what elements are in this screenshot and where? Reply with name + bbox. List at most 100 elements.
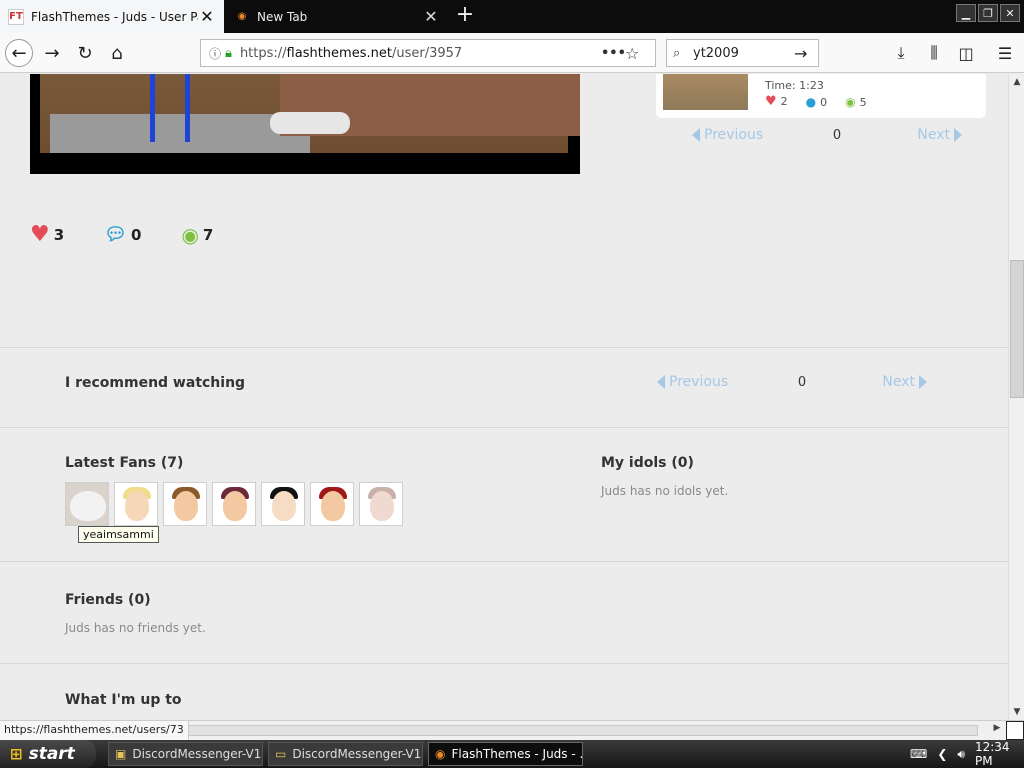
search-icon: ⌕ bbox=[673, 45, 681, 61]
chevron-left-icon bbox=[692, 128, 700, 142]
back-arrow-icon[interactable]: ← bbox=[5, 39, 33, 67]
previous-link[interactable]: Previous bbox=[657, 374, 787, 390]
volume-icon[interactable]: 🔊︎ bbox=[957, 747, 965, 762]
taskbar-item[interactable]: ◉ FlashThemes - Juds - ... bbox=[428, 742, 583, 766]
close-window-icon[interactable]: ✕ bbox=[1000, 4, 1020, 22]
close-tab-icon[interactable]: ✕ bbox=[198, 7, 216, 26]
divider bbox=[0, 427, 1008, 428]
search-go-arrow-icon[interactable]: → bbox=[794, 44, 812, 63]
forward-arrow-icon[interactable]: → bbox=[38, 39, 66, 67]
url-host: flashthemes.net bbox=[286, 45, 392, 61]
divider bbox=[0, 561, 1008, 562]
video-stats: ♥ 3 💬︎ 0 ◉ 7 bbox=[30, 222, 213, 247]
navigation-toolbar: ← → ↻ ⌂ ⓘ 🔒︎ https://flashthemes.net/use… bbox=[0, 33, 1024, 73]
divider bbox=[0, 347, 1008, 348]
related-video-card[interactable]: Time: 1:23 ♥ 2 ● 0 ◉ 5 bbox=[656, 74, 986, 118]
taskbar-item[interactable]: ▣ DiscordMessenger-V1... bbox=[108, 742, 263, 766]
firefox-icon: ◉ bbox=[237, 11, 247, 22]
url-prefix: https:// bbox=[239, 45, 287, 61]
comment-icon: ● bbox=[805, 94, 817, 109]
video-frame-image bbox=[40, 74, 580, 153]
scroll-right-arrow-icon[interactable]: ▶ bbox=[990, 723, 1004, 737]
hamburger-menu-icon[interactable]: ☰ bbox=[993, 41, 1017, 65]
library-icon[interactable]: ⫼ bbox=[922, 41, 946, 65]
chevron-left-icon bbox=[657, 375, 665, 389]
chevron-right-icon bbox=[954, 128, 962, 142]
search-input[interactable]: ⌕ yt2009 → bbox=[666, 39, 819, 67]
views-count: ◉ 5 bbox=[845, 94, 867, 109]
clock[interactable]: 12:34 PM bbox=[975, 740, 1012, 768]
page-actions-menu-icon[interactable]: ••• bbox=[601, 46, 626, 61]
os-taskbar: ⊞ start ▣ DiscordMessenger-V1... ▭ DiscordM… bbox=[0, 740, 1024, 768]
comment-icon: 💬︎ bbox=[104, 224, 128, 245]
idols-empty-text: Juds has no idols yet. bbox=[601, 484, 729, 498]
page-number: 0 bbox=[797, 374, 807, 390]
site-info-icon[interactable]: ⓘ bbox=[209, 45, 221, 62]
bookmark-star-icon[interactable]: ☆ bbox=[625, 44, 647, 63]
taskbar-item[interactable]: ▭ DiscordMessenger-V1... bbox=[268, 742, 423, 766]
close-tab-icon[interactable]: ✕ bbox=[422, 7, 440, 26]
friends-empty-text: Juds has no friends yet. bbox=[65, 621, 206, 635]
tray-expand-icon[interactable]: ❮ bbox=[937, 747, 947, 761]
video-likes[interactable]: ♥ 3 bbox=[30, 222, 64, 247]
recommend-pager: Previous 0 Next bbox=[657, 374, 927, 390]
scrollbar-corner bbox=[1006, 721, 1024, 740]
fan-avatar[interactable] bbox=[163, 482, 207, 526]
url-path: /user/3957 bbox=[391, 45, 463, 61]
tab-title: FlashThemes - Juds - User Page bbox=[31, 9, 198, 24]
page-content: Time: 1:23 ♥ 2 ● 0 ◉ 5 Previous 0 Next ♥ 3 💬… bbox=[0, 74, 1008, 720]
app-icon: ▣ bbox=[115, 747, 127, 761]
reload-icon[interactable]: ↻ bbox=[71, 39, 99, 67]
browser-tab-strip: FT FlashThemes - Juds - User Page ✕ ◉ Ne… bbox=[0, 0, 1024, 33]
fan-avatar[interactable] bbox=[310, 482, 354, 526]
folder-icon: ▭ bbox=[275, 747, 287, 761]
scrollbar-thumb[interactable] bbox=[1010, 260, 1024, 398]
fan-avatar[interactable] bbox=[114, 482, 158, 526]
status-link-url: https://flashthemes.net/users/73 bbox=[0, 721, 189, 740]
url-text[interactable]: https://flashthemes.net/user/3957 bbox=[240, 46, 601, 61]
video-comments[interactable]: 💬︎ 0 bbox=[104, 224, 141, 245]
fan-avatars bbox=[65, 482, 403, 526]
scroll-up-arrow-icon[interactable]: ▲ bbox=[1009, 74, 1024, 90]
fan-avatar[interactable] bbox=[261, 482, 305, 526]
system-tray: ⌨ ❮ 🔊︎ 12:34 PM bbox=[910, 740, 1024, 768]
related-video-time: Time: 1:23 bbox=[765, 79, 824, 92]
eye-icon: ◉ bbox=[845, 94, 856, 109]
likes-count: ♥ 2 bbox=[765, 94, 788, 109]
lock-icon: 🔒︎ bbox=[225, 45, 232, 61]
next-link[interactable]: Next bbox=[817, 374, 927, 390]
recommend-title: I recommend watching bbox=[65, 375, 246, 391]
sidebar-toggle-icon[interactable]: ◫ bbox=[954, 41, 978, 65]
scroll-down-arrow-icon[interactable]: ▼ bbox=[1009, 704, 1024, 720]
start-button[interactable]: ⊞ start bbox=[0, 740, 96, 768]
new-tab-plus-icon[interactable]: + bbox=[452, 4, 478, 28]
minimize-window-icon[interactable]: ▁ bbox=[956, 4, 976, 22]
related-video-thumbnail[interactable] bbox=[663, 74, 748, 110]
previous-link[interactable]: Previous bbox=[692, 127, 822, 143]
horizontal-scrollbar-thumb[interactable] bbox=[168, 725, 978, 736]
what-im-up-to-title: What I'm up to bbox=[65, 692, 182, 708]
chevron-right-icon bbox=[919, 375, 927, 389]
next-link[interactable]: Next bbox=[852, 127, 962, 143]
fan-tooltip: yeaimsammi bbox=[78, 526, 159, 543]
tab-title: New Tab bbox=[257, 9, 308, 24]
keyboard-icon[interactable]: ⌨ bbox=[910, 747, 927, 761]
heart-icon: ♥ bbox=[765, 94, 777, 109]
tab-new-tab[interactable]: ◉ New Tab ✕ bbox=[226, 0, 448, 33]
home-icon[interactable]: ⌂ bbox=[103, 39, 131, 67]
tab-flashthemes[interactable]: FT FlashThemes - Juds - User Page ✕ bbox=[0, 0, 224, 33]
downloads-icon[interactable]: ⤓ bbox=[889, 41, 913, 65]
fan-avatar[interactable] bbox=[212, 482, 256, 526]
fan-avatar[interactable] bbox=[65, 482, 109, 526]
my-idols-title: My idols (0) bbox=[601, 455, 694, 471]
restore-window-icon[interactable]: ❐ bbox=[978, 4, 998, 22]
status-bar: ▶ https://flashthemes.net/users/73 bbox=[0, 720, 1024, 740]
url-bar[interactable]: ⓘ 🔒︎ https://flashthemes.net/user/3957 •… bbox=[200, 39, 656, 67]
windows-logo-icon: ⊞ bbox=[10, 745, 23, 763]
page-number: 0 bbox=[832, 127, 842, 143]
heart-icon: ♥ bbox=[30, 222, 50, 247]
video-player[interactable] bbox=[30, 74, 580, 174]
fan-avatar[interactable] bbox=[359, 482, 403, 526]
related-pager: Previous 0 Next bbox=[692, 127, 962, 143]
vertical-scrollbar[interactable]: ▲ ▼ bbox=[1008, 74, 1024, 720]
